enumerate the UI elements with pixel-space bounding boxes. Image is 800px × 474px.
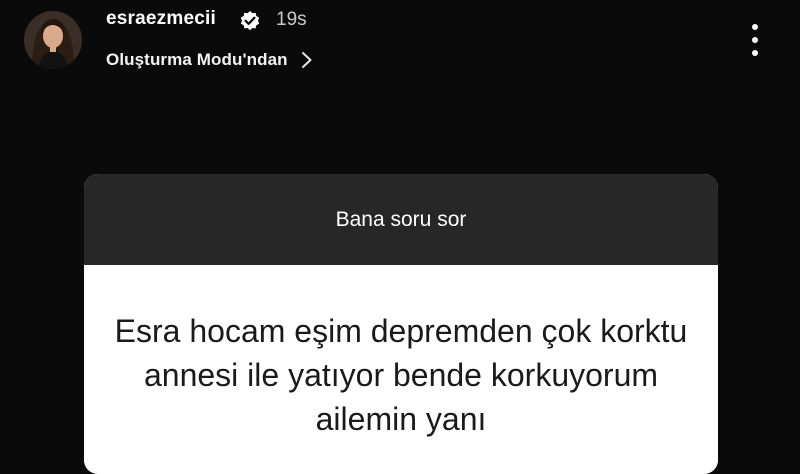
- question-card-header: Bana soru sor: [84, 174, 718, 265]
- question-card-body: Esra hocam eşim depremden çok korktu ann…: [84, 265, 718, 474]
- more-options-button[interactable]: [742, 20, 768, 60]
- post-time: 19s: [276, 9, 307, 30]
- more-vertical-icon: [752, 24, 758, 30]
- more-vertical-icon-dot: [752, 50, 758, 56]
- verified-badge-icon: [240, 11, 260, 31]
- more-vertical-icon-dot: [752, 37, 758, 43]
- creation-mode-link[interactable]: Oluşturma Modu'ndan: [106, 48, 313, 72]
- question-sticker-card: Bana soru sor Esra hocam eşim depremden …: [84, 174, 718, 474]
- username[interactable]: esraezmecii: [106, 8, 216, 30]
- avatar[interactable]: [24, 11, 82, 69]
- chevron-right-icon: [301, 52, 312, 68]
- avatar-image: [24, 11, 82, 69]
- creation-mode-label: Oluşturma Modu'ndan: [106, 50, 288, 69]
- question-text: Esra hocam eşim depremden çok korktu ann…: [114, 313, 688, 437]
- story-header: esraezmecii 19s Oluşturma Modu'ndan: [0, 0, 800, 90]
- question-card-title: Bana soru sor: [335, 207, 467, 231]
